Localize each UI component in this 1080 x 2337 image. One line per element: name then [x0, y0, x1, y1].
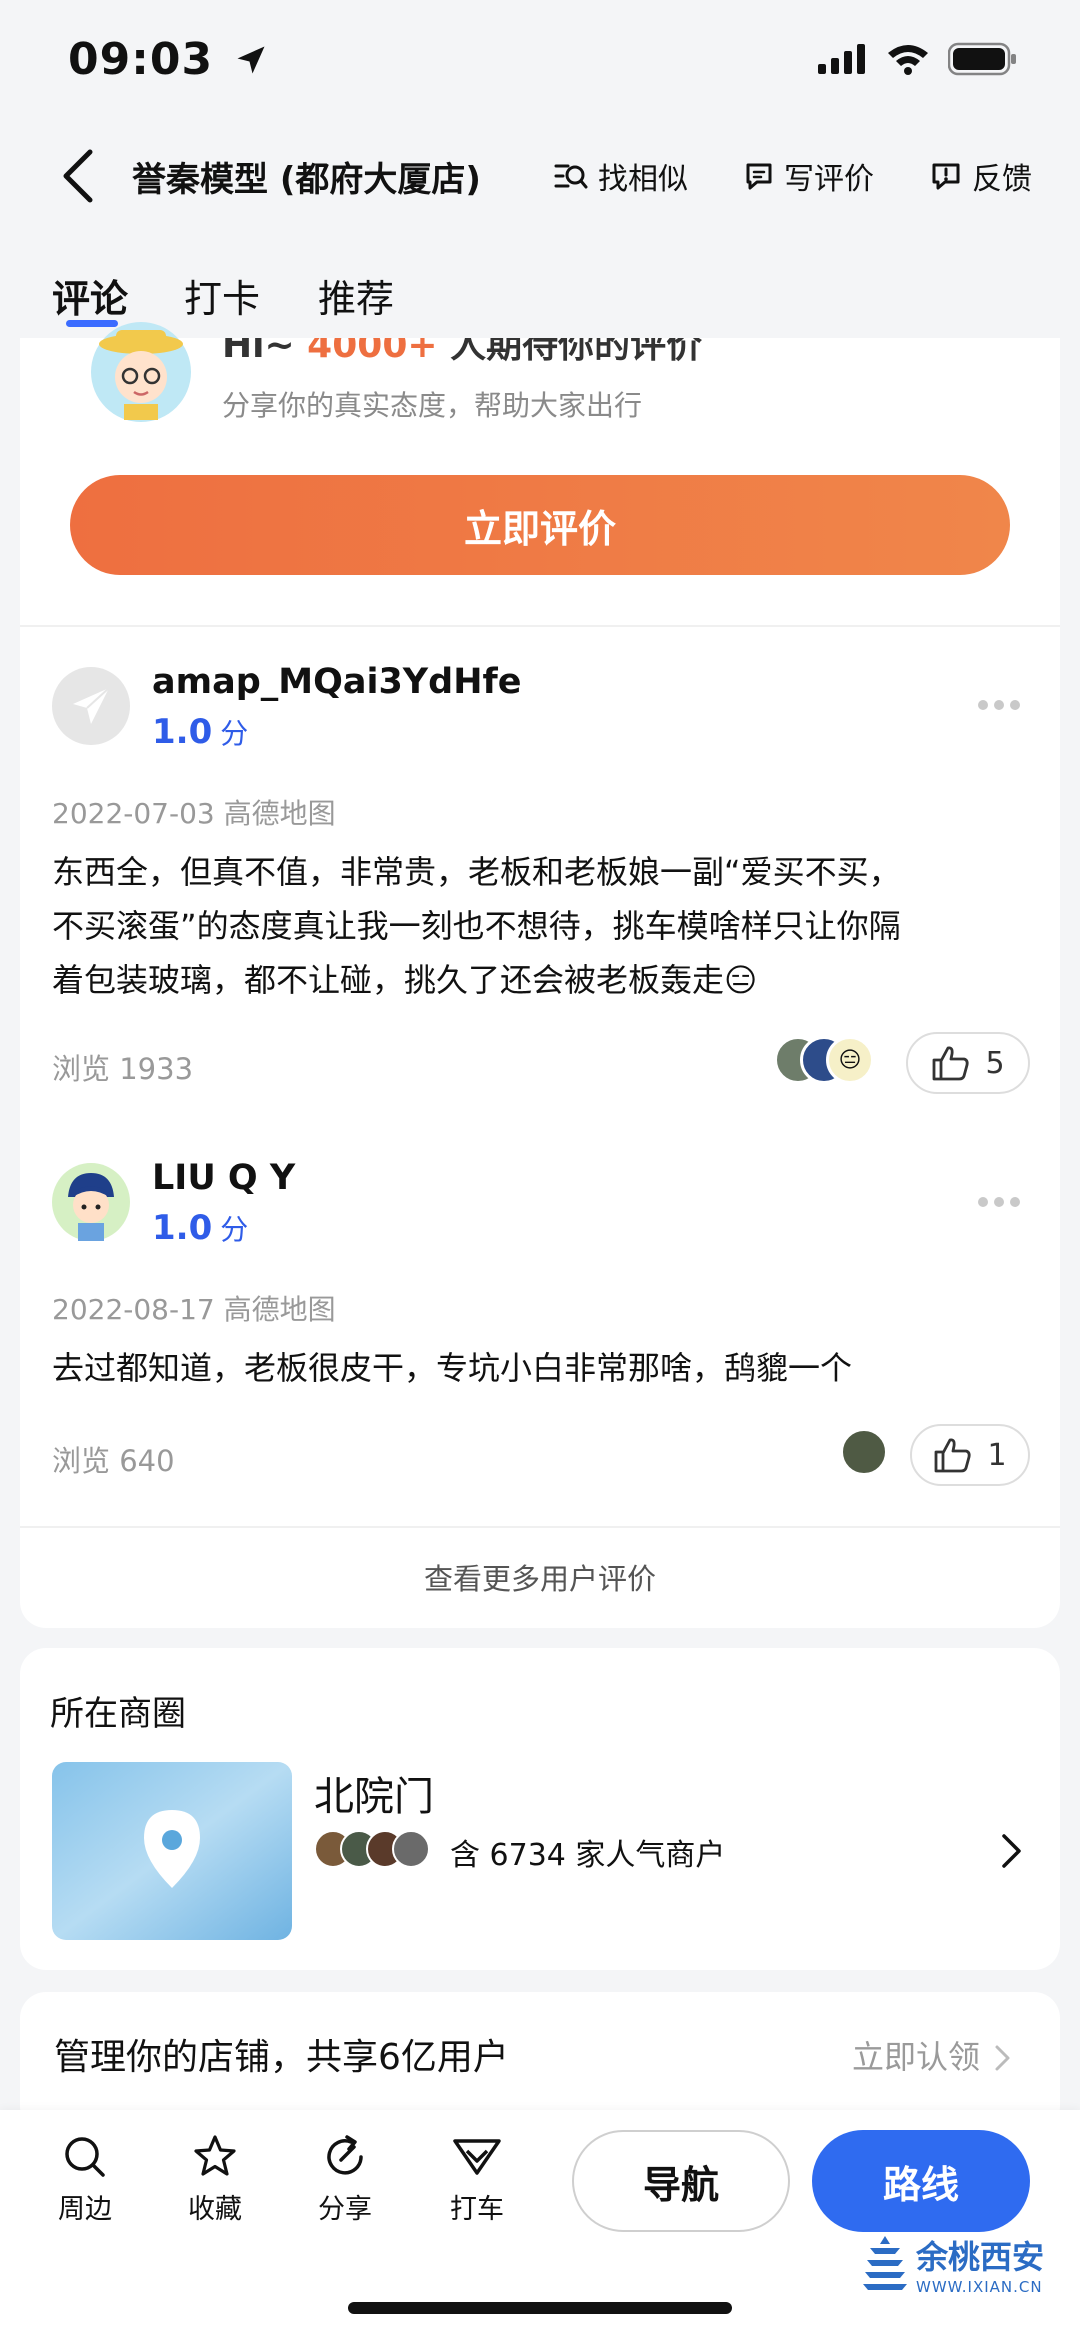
back-arrow-icon[interactable] — [58, 148, 98, 204]
watermark-text: 余桃西安 WWW.IXIAN.CN — [916, 2232, 1044, 2296]
prompt-hi-line: Hi~ 4000+ 人期待你的评价 — [222, 338, 702, 368]
view-count: 浏览 640 — [52, 1444, 175, 1478]
rate-now-button[interactable]: 立即评价 — [70, 475, 1010, 575]
battery-icon — [948, 42, 1016, 76]
time-text: 09:03 — [68, 34, 214, 85]
score-unit: 分 — [220, 717, 249, 750]
liker-avatars: 😑 — [774, 1036, 894, 1088]
status-time: 09:03 — [68, 34, 269, 85]
wifi-icon — [888, 45, 928, 75]
search-icon — [65, 2137, 105, 2177]
taxi-button[interactable]: 打车 — [432, 2133, 522, 2226]
find-similar-icon — [554, 164, 588, 189]
tab-reviews[interactable]: 评论 — [52, 268, 128, 323]
section-title: 所在商圈 — [50, 1694, 186, 1734]
review-text: 去过都知道，老板很皮干，专坑小白非常那啥，鸹貔一个 — [52, 1341, 852, 1395]
like-count: 1 — [987, 1437, 1007, 1473]
feedback-button[interactable]: 反馈 — [930, 154, 1032, 198]
review-line: 着包装玻璃，都不让碰，挑久了还会被老板轰走😑 — [52, 961, 758, 999]
tool-label: 收藏 — [188, 2194, 242, 2225]
claim-title: 管理你的店铺，共享6亿用户 — [54, 2037, 509, 2078]
more-options-icon[interactable] — [978, 700, 1020, 710]
navigate-button[interactable]: 导航 — [572, 2130, 790, 2232]
review-date: 2022-08-17 高德地图 — [52, 1293, 336, 1326]
map-thumbnail-icon — [52, 1762, 292, 1940]
review-score: 1.0 分 — [152, 1208, 248, 1248]
favorite-button[interactable]: 收藏 — [170, 2133, 260, 2226]
write-review-button[interactable]: 写评价 — [744, 154, 874, 198]
status-indicators — [818, 42, 1018, 76]
thumbs-up-icon — [933, 1046, 970, 1081]
review-line: 东西全，但真不值，非常贵，老板和老板娘一副“爱买不买， — [52, 853, 901, 891]
hi-prefix: Hi~ — [222, 338, 308, 366]
star-icon — [194, 2135, 236, 2176]
chevron-right-icon[interactable] — [1000, 1832, 1024, 1870]
feedback-label: 反馈 — [972, 162, 1032, 197]
share-icon — [327, 2135, 363, 2175]
avatar — [392, 1830, 430, 1868]
area-name: 北院门 — [314, 1774, 434, 1820]
view-count: 浏览 1933 — [52, 1052, 194, 1086]
score-unit: 分 — [220, 1213, 249, 1246]
more-options-icon[interactable] — [978, 1197, 1020, 1207]
review-user-name[interactable]: LIU Q Y — [152, 1158, 295, 1198]
avatar — [840, 1428, 888, 1476]
score-value: 1.0 — [152, 1208, 213, 1248]
avatar[interactable] — [52, 667, 130, 745]
review-text: 东西全，但真不值，非常贵，老板和老板娘一副“爱买不买， 不买滚蛋”的态度真让我一… — [52, 845, 901, 1007]
thumbs-up-icon — [935, 1438, 972, 1473]
find-similar-label: 找相似 — [598, 162, 688, 197]
see-more-reviews-link[interactable]: 查看更多用户评价 — [0, 1556, 1080, 1598]
like-count: 5 — [985, 1045, 1005, 1081]
shop-avatars — [314, 1830, 434, 1868]
home-indicator[interactable] — [348, 2302, 732, 2314]
hi-line-clip: Hi~ 4000+ 人期待你的评价 — [20, 338, 1060, 378]
route-button[interactable]: 路线 — [812, 2130, 1030, 2232]
taxi-icon — [453, 2139, 501, 2175]
pagoda-logo-icon — [863, 2236, 907, 2290]
feedback-icon — [932, 163, 960, 190]
chevron-right-icon — [995, 2045, 1010, 2071]
tab-recommend[interactable]: 推荐 — [318, 268, 394, 323]
page-title: 誉秦模型 (都府大厦店) — [132, 160, 481, 200]
review-user-name[interactable]: amap_MQai3YdHfe — [152, 662, 521, 702]
paper-plane-icon — [73, 687, 110, 724]
emoji-avatar-icon: 😑 — [826, 1036, 874, 1084]
review-score: 1.0 分 — [152, 712, 248, 752]
hi-count: 4000+ — [307, 338, 438, 366]
like-button[interactable]: 1 — [910, 1424, 1030, 1486]
signal-icon — [818, 44, 865, 74]
share-button[interactable]: 分享 — [300, 2133, 390, 2226]
tool-label: 周边 — [58, 2194, 112, 2225]
nearby-button[interactable]: 周边 — [40, 2133, 130, 2226]
claim-link-label: 立即认领 — [852, 2038, 981, 2076]
watermark-main: 余桃西安 — [916, 2238, 1045, 2276]
watermark-sub: WWW.IXIAN.CN — [916, 2278, 1043, 2296]
review-line: 不买滚蛋”的态度真让我一刻也不想待，挑车模啥样只让你隔 — [52, 907, 901, 945]
location-arrow-icon — [237, 46, 265, 74]
score-value: 1.0 — [152, 712, 213, 752]
review-date: 2022-07-03 高德地图 — [52, 797, 336, 830]
find-similar-button[interactable]: 找相似 — [554, 154, 688, 198]
tool-label: 打车 — [450, 2194, 504, 2225]
prompt-subtitle: 分享你的真实态度，帮助大家出行 — [222, 389, 643, 422]
tab-checkin[interactable]: 打卡 — [184, 268, 260, 323]
like-button[interactable]: 5 — [906, 1032, 1030, 1094]
claim-link[interactable]: 立即认领 — [852, 2032, 1012, 2078]
write-review-label: 写评价 — [784, 162, 874, 197]
divider — [20, 625, 1060, 627]
review-line: 去过都知道，老板很皮干，专坑小白非常那啥，鸹貔一个 — [52, 1349, 853, 1387]
avatar[interactable] — [52, 1163, 130, 1241]
tool-label: 分享 — [318, 2194, 372, 2225]
hi-suffix: 人期待你的评价 — [437, 338, 703, 366]
watermark: 余桃西安 WWW.IXIAN.CN — [862, 2232, 1044, 2296]
divider — [20, 1526, 1060, 1528]
write-review-icon — [746, 163, 772, 190]
shop-count: 含 6734 家人气商户 — [450, 1838, 726, 1873]
